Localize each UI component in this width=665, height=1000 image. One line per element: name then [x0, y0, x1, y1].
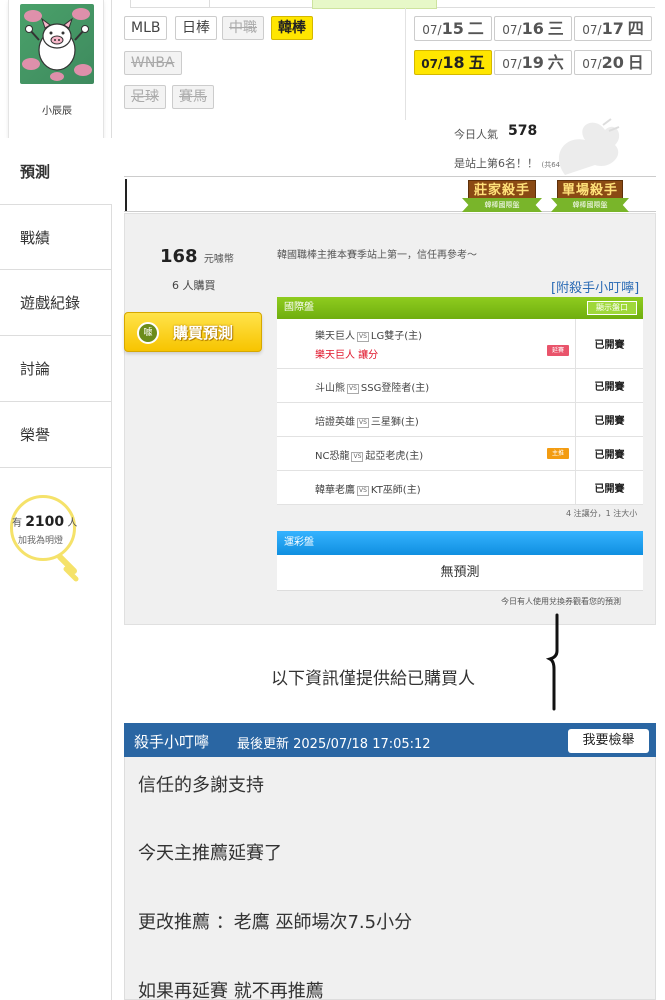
lottery-empty: 無預測	[277, 555, 643, 591]
sidebar-item-predictions[interactable]: 預測	[0, 138, 112, 204]
table-row: 樂天巨人 VS LG雙子(主) 樂天巨人 讓分 延賽 已開賽	[277, 319, 643, 369]
bracket-divider	[545, 613, 559, 711]
table-row: 韓華老鷹 VS KT巫師(主) 已開賽	[277, 471, 643, 505]
show-odds-button[interactable]: 顯示盤口	[587, 301, 637, 315]
sidebar-item-record[interactable]: 戰績	[0, 204, 112, 270]
top-tabs	[130, 0, 655, 9]
postponed-tag: 延賽	[547, 345, 569, 356]
lamp-cta: 加我為明燈	[18, 536, 64, 546]
coin-icon: 噱	[137, 322, 159, 344]
sidebar-item-discussion[interactable]: 討論	[0, 336, 112, 402]
league-npb[interactable]: 日棒	[175, 16, 217, 40]
match-status: 已開賽	[575, 369, 643, 402]
banker-killer-badge: 莊家殺手 韓棒國際盤	[462, 178, 542, 216]
league-cpbl[interactable]: 中職	[222, 16, 264, 40]
last-updated: 最後更新 2025/07/18 17:05:12	[237, 737, 431, 752]
price: 168 元噱幣	[160, 246, 234, 267]
intl-table: 國際盤 顯示盤口 樂天巨人 VS LG雙子(主) 樂天巨人 讓分 延賽 已開賽 斗山…	[277, 297, 643, 505]
tip-line: 今天主推薦延賽了	[138, 843, 282, 864]
vs-icon: VS	[357, 486, 369, 496]
decorative-swirl-icon	[558, 118, 620, 175]
tips-link[interactable]: [附殺手小叮嚀]	[551, 277, 639, 296]
league-mlb[interactable]: MLB	[124, 16, 168, 40]
match-status: 已開賽	[575, 471, 643, 504]
match-status: 已開賽	[575, 403, 643, 436]
coupon-note: 今日有人使用兌換券觀看您的預測	[501, 597, 621, 606]
vs-icon: VS	[351, 452, 364, 462]
report-button[interactable]: 我要檢舉	[568, 729, 649, 753]
popularity-value: 578	[508, 123, 538, 139]
date-0715[interactable]: 07/15 二	[414, 16, 492, 41]
league-soccer[interactable]: 足球	[124, 85, 166, 109]
intro-text: 韓國職棒主推本賽季站上第一，信任再參考～	[277, 250, 477, 261]
buyer-only-note: 以下資訊僅提供給已購買人	[271, 669, 475, 689]
league-horse[interactable]: 賽馬	[172, 85, 214, 109]
sidebar-item-honors[interactable]: 榮譽	[0, 402, 112, 468]
vs-icon: VS	[357, 332, 369, 342]
table-row: NC恐龍 VS 起亞老虎(主) 主推 已開賽	[277, 437, 643, 471]
tip-line: 如果再延賽 就不再推薦	[138, 981, 324, 1000]
follow-lamp-button[interactable]: 有 2100 人 加我為明燈	[6, 495, 86, 590]
intl-table-header: 國際盤 顯示盤口	[277, 297, 643, 319]
sidebar-item-game-log[interactable]: 遊戲紀錄	[0, 270, 112, 336]
match-status: 已開賽	[575, 319, 643, 368]
vs-icon: VS	[357, 418, 369, 428]
match-status: 已開賽	[575, 437, 643, 470]
date-0719[interactable]: 07/19 六	[494, 50, 572, 75]
date-0718[interactable]: 07/18 五	[414, 50, 492, 75]
main-pick-tag: 主推	[547, 448, 569, 459]
pig-icon	[25, 17, 89, 71]
bulb-base-icon	[57, 555, 79, 582]
tip-line: 更改推薦 ：老鷹 巫師場次7.5小分	[138, 912, 413, 933]
date-0717[interactable]: 07/17 四	[574, 16, 652, 41]
table-row: 培證英雄 VS 三星獅(主) 已開賽	[277, 403, 643, 437]
league-kbo[interactable]: 韓棒	[271, 16, 313, 40]
buyer-count: 6 人購買	[172, 279, 216, 292]
pick-text: 樂天巨人 讓分	[315, 350, 379, 361]
league-wnba[interactable]: WNBA	[124, 51, 182, 75]
popularity-label: 今日人氣	[454, 128, 498, 141]
table-row: 斗山熊 VS SSG登陸者(主) 已開賽	[277, 369, 643, 403]
vs-icon: VS	[347, 384, 359, 394]
pick-count-note: 4 注讓分，1 注大小	[566, 509, 638, 518]
date-0720[interactable]: 07/20 日	[574, 50, 652, 75]
buy-prediction-button[interactable]: 噱 購買預測	[124, 312, 262, 352]
killer-tips-title: 殺手小叮嚀	[134, 733, 210, 751]
lottery-header: 運彩盤	[277, 531, 643, 555]
date-0716[interactable]: 07/16 三	[494, 16, 572, 41]
lamp-count: 有 2100 人	[12, 514, 78, 530]
username[interactable]: 小辰辰	[9, 102, 105, 117]
tip-line: 信任的多謝支持	[138, 775, 264, 796]
profile-card: 小辰辰	[8, 0, 104, 140]
avatar[interactable]	[20, 4, 94, 84]
sidebar: 小辰辰 預測 戰績 遊戲紀錄 討論 榮譽 有 2100 人 加我為明燈	[0, 0, 112, 1000]
single-killer-badge: 單場殺手 韓棒國際盤	[551, 178, 629, 216]
